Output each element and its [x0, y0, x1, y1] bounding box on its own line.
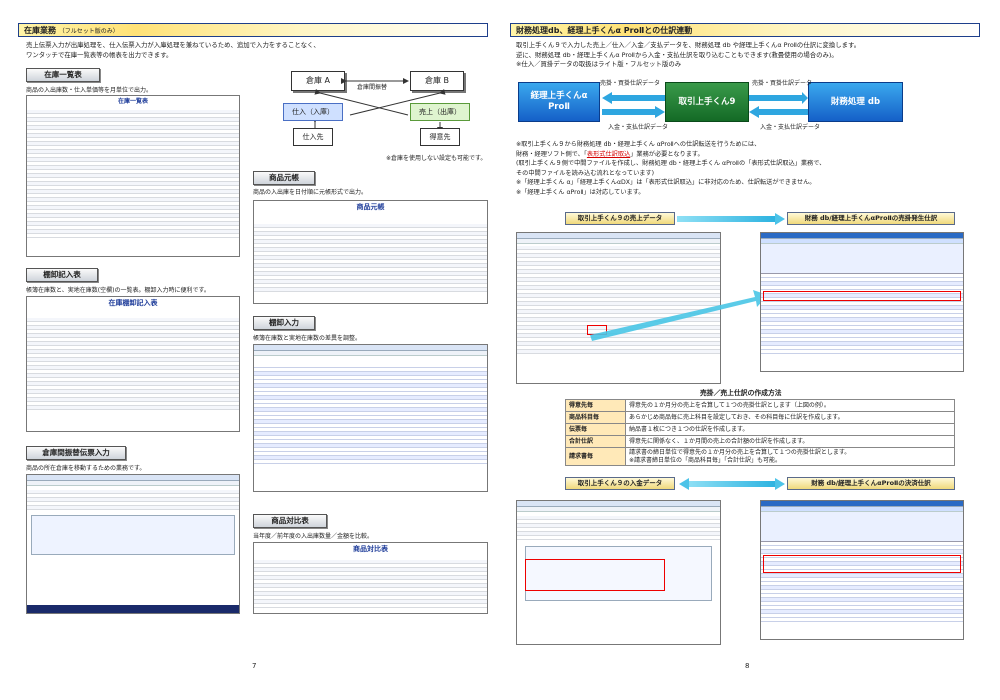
left-section-header: 在庫業務 （フルセット版のみ） [18, 23, 488, 37]
inventory-input-label: 棚卸入力 [253, 316, 315, 330]
diagram-note: ※倉庫を使用しない設定も可能です。 [386, 155, 487, 162]
stock-list-shot-title: 在庫一覧表 [117, 98, 148, 105]
inventory-sheet-label: 棚卸記入表 [26, 268, 98, 282]
method-row: 合計仕訳 得意先に関係なく、１か月間の売上の合計額の仕訳を作成します。 [565, 435, 955, 448]
stock-list-desc: 商品の入出庫数・仕入単価等を月単位で出力。 [26, 87, 153, 94]
note-line-5: ※「経理上手くん α」「経理上手くんαDX」は「表形式仕訳取込」に非対応のため、… [516, 179, 816, 186]
transfer-input-screenshot [26, 474, 240, 614]
method-row: 伝票毎 納品書１枚につき１つの仕訳を作成します。 [565, 423, 955, 436]
method-table: 得意先毎 得意先の１か月分の売上を合算して１つの売掛仕訳とします（上図の例）。 商… [565, 399, 955, 466]
ledger-desc: 商品の入出庫を日付順に元帳形式で出力。 [253, 189, 368, 196]
right-page-number: 8 [745, 662, 750, 670]
flow-top-left: 売掛・買掛仕訳データ [600, 80, 661, 87]
ledger-screenshot: 商品元帳 [253, 200, 488, 304]
note-line-1: ※取引上手くん９から財務処理 db・経理上手くん αProⅡへの仕訳転送を行うた… [516, 141, 761, 148]
method-row: 請求書毎 請求書の締日単位で得意先の１か月分の売上を合算して１つの売掛仕訳とします… [565, 447, 955, 466]
compare-desc: 当年度／前年度の入出庫数量／金額を比較。 [253, 533, 374, 540]
note-line-3: (取引上手くん９側で中間ファイルを作成し、財務処理 db・経理上手くん αPro… [516, 160, 826, 167]
left-header-sub: （フルセット版のみ） [58, 28, 119, 35]
compare-shot-title: 商品対比表 [353, 545, 388, 553]
sales-out-box: 売上（出庫） [410, 103, 470, 121]
inventory-sheet-screenshot: 在庫棚卸記入表 [26, 296, 240, 432]
stock-list-screenshot: 在庫一覧表 [26, 95, 240, 257]
payment-caption-left: 取引上手くん９の入金データ [565, 477, 675, 490]
flow-arrows [602, 92, 808, 118]
right-section-header: 財務処理db、経理上手くんα ProⅡとの仕訳連動 [510, 23, 980, 37]
method-title: 売掛／売上仕訳の作成方法 [700, 389, 782, 397]
flow-box-zaimu: 財務処理 db [808, 82, 903, 122]
right-intro: 取引上手くん９で入力した売上／仕入／入金／支払データを、財務処理 db や経理上… [516, 41, 860, 70]
method-row: 商品科目毎 あらかじめ商品毎に売上科目を設定しておき、その科目毎に仕訳を作成します… [565, 411, 955, 424]
left-header-title: 在庫業務 [24, 26, 56, 35]
left-intro-line1: 売上伝票入力が出庫処理を、仕入伝票入力が入庫処理を兼ねているため、追加で入力をす… [26, 41, 320, 49]
note-line-2: 財務・経理ソフト側で、「表形式仕訳取込」業務が必要となります。 [516, 150, 704, 158]
right-notes: ※取引上手くん９から財務処理 db・経理上手くん αProⅡへの仕訳転送を行うた… [516, 140, 825, 197]
table-import-link: 表形式仕訳取込 [586, 150, 631, 158]
supplier-box: 仕入先 [293, 128, 333, 146]
payment-journal-screenshot [760, 500, 964, 640]
flow-bottom-right: 入金・支払仕訳データ [760, 124, 821, 131]
ledger-shot-title: 商品元帳 [356, 203, 385, 211]
transfer-input-desc: 商品の所在倉庫を移動するための業務です。 [26, 465, 146, 472]
sales-link-arrow [590, 290, 768, 341]
sales-caption-arrow [677, 216, 777, 222]
note-line-6: ※「経理上手くん αProⅡ」は対応しています。 [516, 188, 645, 196]
left-intro-line2: ワンタッチで在庫一覧表等の帳表を出力できます。 [26, 50, 173, 59]
inventory-input-screenshot [253, 344, 488, 492]
stock-list-label: 在庫一覧表 [26, 68, 100, 82]
left-intro: 売上伝票入力が出庫処理を、仕入伝票入力が入庫処理を兼ねているため、追加で入力をす… [26, 41, 320, 60]
payment-data-screenshot [516, 500, 721, 645]
transfer-input-label: 倉庫間振替伝票入力 [26, 446, 126, 460]
customer-box: 得意先 [420, 128, 460, 146]
purchase-in-box: 仕入（入庫） [283, 103, 343, 121]
right-intro-line3: ※仕入／買掛データの取扱はライト版・フルセット版のみ [516, 60, 682, 68]
right-intro-line2: 逆に、財務処理 db・経理上手くんα ProⅡから入金・支払仕訳を取り込むことも… [516, 50, 838, 59]
compare-screenshot: 商品対比表 [253, 542, 488, 614]
sales-caption-left: 取引上手くん９の売上データ [565, 212, 675, 225]
payment-caption-arrow [687, 481, 777, 487]
method-row: 得意先毎 得意先の１か月分の売上を合算して１つの売掛仕訳とします（上図の例）。 [565, 399, 955, 412]
note-line-4: その中間ファイルを読み込む流れとなっています) [516, 169, 655, 177]
left-page-number: 7 [252, 662, 257, 670]
inventory-sheet-shot-title: 在庫棚卸記入表 [108, 299, 158, 307]
sales-journal-screenshot [760, 232, 964, 372]
inventory-input-desc: 帳簿在庫数と実地在庫数の差異を調整。 [253, 335, 362, 342]
flow-top-right: 売掛・買掛仕訳データ [752, 80, 813, 87]
payment-caption-right: 財務 db/経理上手くんαProⅡの決済仕訳 [787, 477, 955, 490]
compare-label: 商品対比表 [253, 514, 327, 528]
flow-box-keiri: 経理上手くんα ProⅡ [518, 82, 600, 122]
right-intro-line1: 取引上手くん９で入力した売上／仕入／入金／支払データを、財務処理 db や経理上… [516, 41, 861, 49]
transfer-label: 倉庫間振替 [357, 84, 388, 91]
ledger-label: 商品元帳 [253, 171, 315, 185]
sales-caption-right: 財務 db/経理上手くんαProⅡの売掛発生仕訳 [787, 212, 955, 225]
inventory-sheet-desc: 帳簿在庫数と、実地在庫数(空欄)の一覧表。棚卸入力時に便利です。 [26, 287, 210, 294]
flow-bottom-left: 入金・支払仕訳データ [608, 124, 669, 131]
